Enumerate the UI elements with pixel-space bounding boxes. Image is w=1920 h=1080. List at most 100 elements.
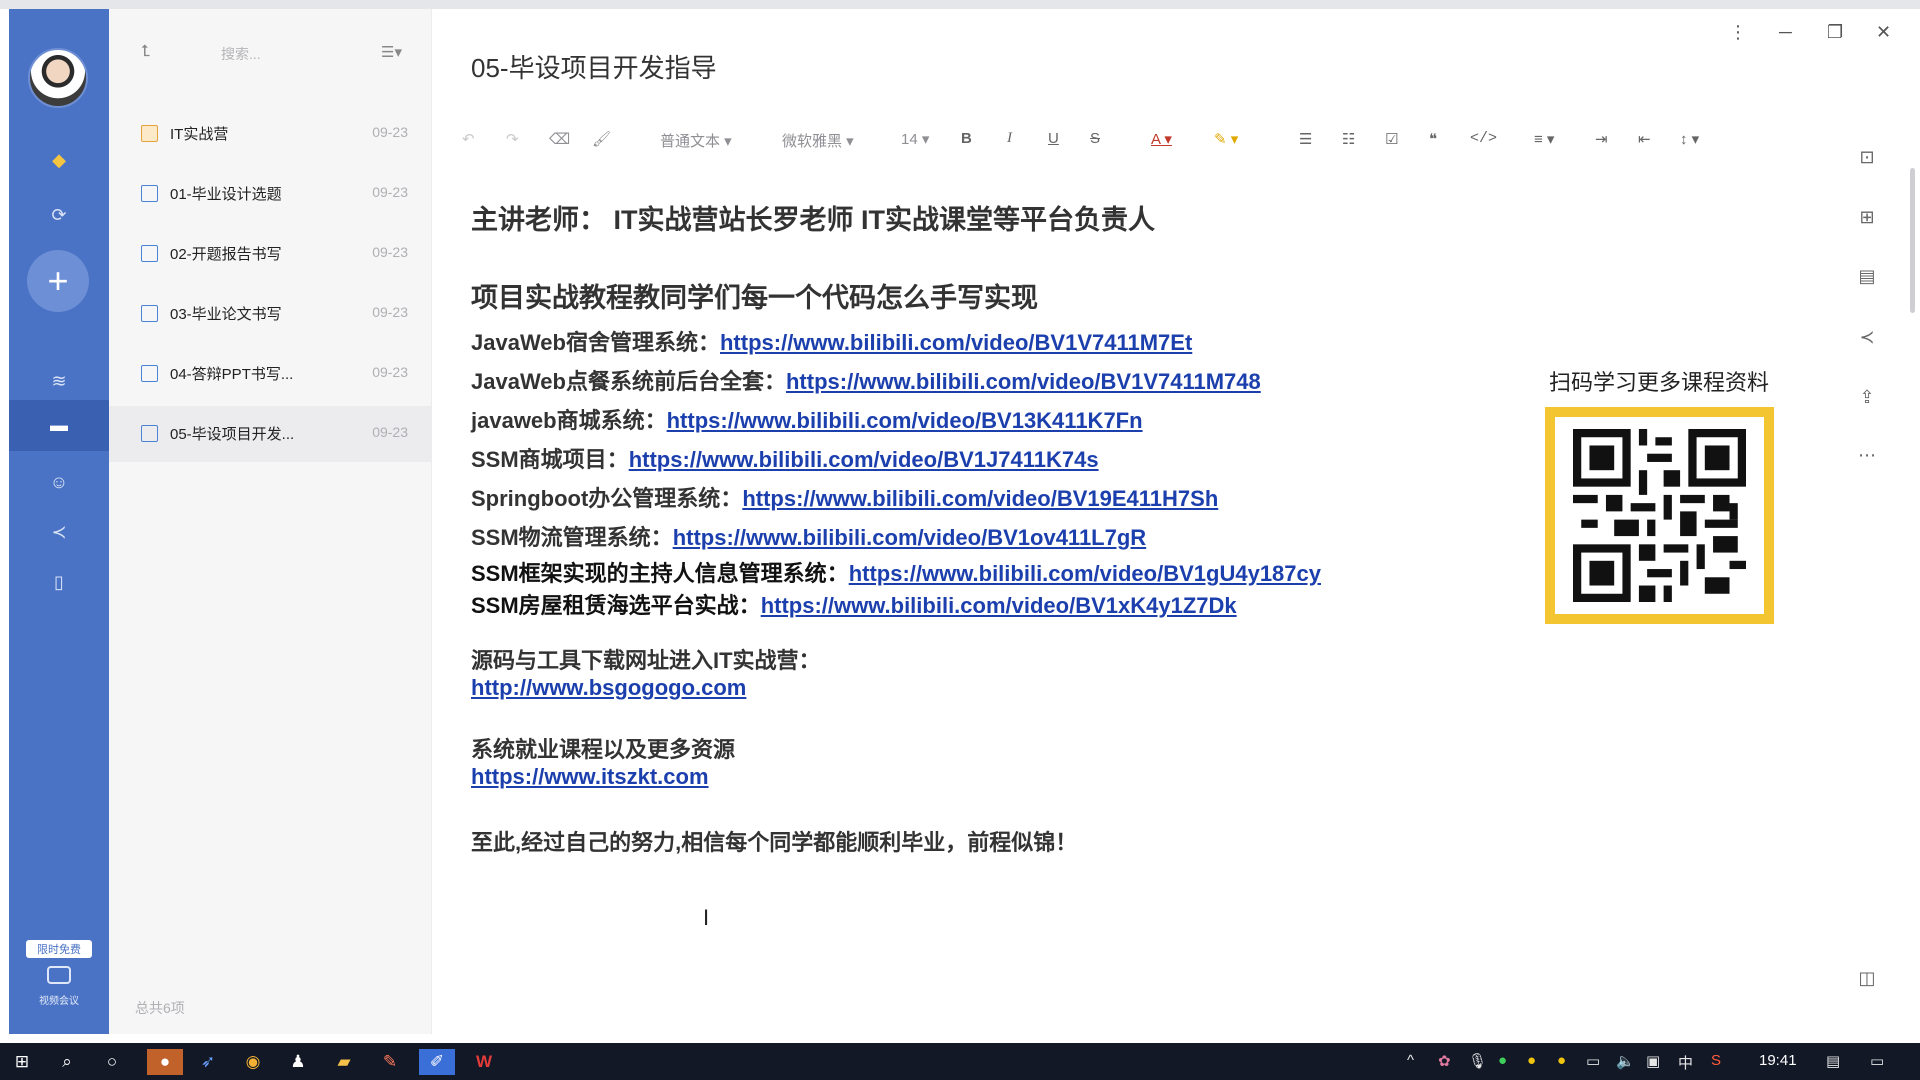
project-label: SSM商城项目：	[471, 447, 629, 472]
list-item[interactable]: IT实战营 09-23	[109, 106, 432, 162]
video-meeting-icon[interactable]	[47, 966, 71, 984]
list-item-title: 02-开题报告书写	[170, 246, 282, 263]
translate-icon[interactable]: ⊡	[1855, 145, 1879, 169]
list-item[interactable]: 03-毕业论文书写 09-23	[109, 286, 432, 342]
network-icon[interactable]: ▣	[1646, 1052, 1660, 1070]
wps-icon[interactable]: W	[471, 1049, 497, 1075]
bullet-list-icon[interactable]: ☰	[1299, 130, 1312, 148]
numbered-list-icon[interactable]: ☷	[1342, 130, 1355, 148]
project-row: SSM商城项目：https://www.bilibili.com/video/B…	[471, 442, 1099, 474]
closing-line: 至此,经过自己的努力,相信每个同学都能顺利毕业，前程似锦！	[471, 830, 1078, 855]
list-item[interactable]: 02-开题报告书写 09-23	[109, 226, 432, 282]
format-painter-icon[interactable]: 🖌	[592, 130, 611, 148]
font-color-button[interactable]: A ▾	[1151, 130, 1172, 148]
project-link[interactable]: https://www.bilibili.com/video/BV1gU4y18…	[849, 561, 1321, 586]
search-icon[interactable]: ⌕	[54, 1049, 80, 1075]
export-icon[interactable]: ⇪	[1855, 385, 1879, 409]
line-height-icon[interactable]: ↕ ▾	[1680, 130, 1699, 148]
project-link[interactable]: https://www.bilibili.com/video/BV13K411K…	[667, 408, 1143, 433]
new-note-button[interactable]: +	[27, 250, 89, 312]
project-label: SSM框架实现的主持人信息管理系统：	[471, 561, 849, 586]
split-view-icon[interactable]: ◫	[1855, 966, 1879, 990]
project-link[interactable]: https://www.bilibili.com/video/BV1V7411M…	[786, 369, 1261, 394]
career-link[interactable]: https://www.itszkt.com	[471, 764, 709, 790]
windows-start-icon[interactable]: ⊞	[9, 1049, 35, 1075]
share-icon[interactable]: ≺	[1855, 325, 1879, 349]
outline-icon[interactable]: ▤	[1855, 264, 1879, 288]
file-explorer-icon[interactable]: ▰	[331, 1049, 357, 1075]
sort-menu-icon[interactable]: ☰▾	[381, 43, 402, 61]
strikethrough-button[interactable]: S	[1090, 130, 1100, 147]
eraser-icon[interactable]: ⌫	[549, 130, 570, 148]
list-item[interactable]: 05-毕设项目开发... 09-23	[109, 406, 432, 462]
minimize-icon[interactable]: ─	[1779, 22, 1792, 43]
list-item-title: IT实战营	[170, 126, 229, 143]
quote-icon[interactable]: ❝	[1429, 130, 1437, 148]
align-icon[interactable]: ≡ ▾	[1534, 130, 1554, 148]
notes-app-icon[interactable]: ✐	[419, 1049, 455, 1075]
qr-code-image	[1545, 407, 1774, 624]
font-size-select[interactable]: 14 ▾	[901, 130, 929, 148]
highlight-icon[interactable]: ✎ ▾	[1214, 130, 1238, 148]
insert-icon[interactable]: ⊞	[1855, 205, 1879, 229]
sogou-icon[interactable]: S	[1711, 1052, 1721, 1069]
qq-icon[interactable]: ♟	[285, 1049, 311, 1075]
close-icon[interactable]: ✕	[1876, 22, 1891, 43]
bold-button[interactable]: B	[961, 130, 972, 147]
list-item[interactable]: 04-答辩PPT书写... 09-23	[109, 346, 432, 402]
source-link[interactable]: http://www.bsgogogo.com	[471, 675, 746, 701]
microphone-icon[interactable]: 🎙	[1468, 1052, 1487, 1070]
layers-icon[interactable]: ≋	[9, 366, 109, 396]
ime-indicator[interactable]: 中	[1678, 1052, 1693, 1073]
trash-icon[interactable]: ▯	[9, 567, 109, 597]
project-link[interactable]: https://www.bilibili.com/video/BV19E411H…	[742, 486, 1218, 511]
project-link[interactable]: https://www.bilibili.com/video/BV1xK4y1Z…	[761, 593, 1237, 618]
paragraph-style-value: 普通文本	[660, 133, 721, 150]
wechat-tray-icon[interactable]: ●	[1498, 1052, 1507, 1069]
task-view-icon[interactable]: ○	[99, 1049, 125, 1075]
list-item[interactable]: 01-毕业设计选题 09-23	[109, 166, 432, 222]
vip-icon[interactable]: ◆	[9, 145, 109, 175]
project-link[interactable]: https://www.bilibili.com/video/BV1ov411L…	[673, 525, 1147, 550]
scrollbar[interactable]	[1910, 168, 1915, 313]
redo-icon[interactable]: ↷	[506, 130, 519, 148]
qq-tray-icon-2[interactable]: ●	[1557, 1052, 1566, 1069]
volume-icon[interactable]: 🔈	[1616, 1052, 1635, 1070]
project-link[interactable]: https://www.bilibili.com/video/BV1J7411K…	[629, 447, 1099, 472]
clock[interactable]: 19:41	[1759, 1052, 1797, 1069]
paint-app-icon[interactable]: ✎	[377, 1049, 403, 1075]
tray-app-icon[interactable]: ✿	[1438, 1052, 1451, 1070]
note-icon	[141, 305, 158, 322]
back-icon[interactable]: ⮤	[141, 43, 161, 61]
restore-icon[interactable]: ❐	[1827, 22, 1843, 43]
page-title[interactable]: 05-毕设项目开发指导	[471, 48, 717, 85]
more-menu-icon[interactable]: ⋮	[1729, 22, 1747, 43]
search-input[interactable]: 搜索...	[181, 35, 351, 73]
paragraph-style-select[interactable]: 普通文本 ▾	[660, 130, 732, 151]
left-rail: ◆ ⟳ + ≋ ▬ ☺ ≺ ▯ 限时免费 视频会议	[9, 9, 109, 1034]
code-icon[interactable]: </>	[1470, 130, 1497, 147]
chrome-icon[interactable]: ◉	[240, 1049, 266, 1075]
project-link[interactable]: https://www.bilibili.com/video/BV1V7411M…	[720, 330, 1192, 355]
wechat-app-icon[interactable]: ●	[147, 1049, 183, 1075]
avatar[interactable]	[28, 48, 88, 108]
folder-icon[interactable]: ▬	[9, 410, 109, 440]
list-item-date: 09-23	[372, 364, 408, 380]
action-center-icon[interactable]: ▭	[1870, 1052, 1884, 1070]
undo-icon[interactable]: ↶	[462, 130, 475, 148]
share-icon[interactable]: ≺	[9, 517, 109, 547]
contacts-icon[interactable]: ☺	[9, 467, 109, 497]
font-select[interactable]: 微软雅黑 ▾	[782, 130, 854, 151]
qq-tray-icon[interactable]: ●	[1527, 1052, 1536, 1069]
feather-app-icon[interactable]: ➶	[195, 1049, 221, 1075]
indent-icon[interactable]: ⇥	[1595, 130, 1608, 148]
italic-button[interactable]: I	[1007, 130, 1012, 147]
checklist-icon[interactable]: ☑	[1385, 130, 1398, 148]
battery-icon[interactable]: ▭	[1586, 1052, 1600, 1070]
more-icon[interactable]: ⋯	[1855, 443, 1879, 467]
tray-expand-icon[interactable]: ^	[1407, 1052, 1414, 1069]
outdent-icon[interactable]: ⇤	[1638, 130, 1651, 148]
notification-badge-icon[interactable]: ▤	[1826, 1052, 1840, 1070]
underline-button[interactable]: U	[1048, 130, 1059, 147]
sync-icon[interactable]: ⟳	[9, 200, 109, 230]
